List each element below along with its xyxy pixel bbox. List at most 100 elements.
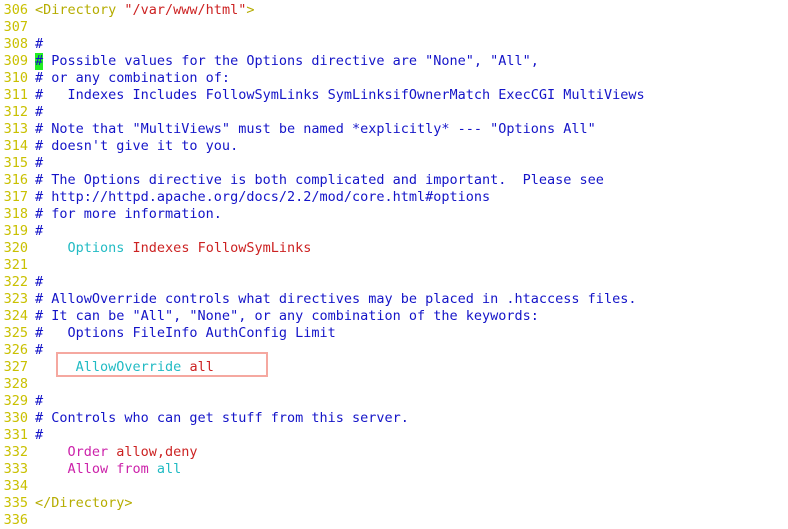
code-text[interactable]: # http://httpd.apache.org/docs/2.2/mod/c… <box>28 189 788 206</box>
code-line[interactable]: 328 <box>0 376 788 393</box>
code-token: # <box>35 393 44 409</box>
code-line[interactable]: 331 # <box>0 427 788 444</box>
code-token: # Controls who can get stuff from this s… <box>35 410 409 426</box>
code-token: # for more information. <box>35 206 222 222</box>
code-token: # <box>35 36 44 52</box>
code-line[interactable]: 318 # for more information. <box>0 206 788 223</box>
code-line[interactable]: 330 # Controls who can get stuff from thi… <box>0 410 788 427</box>
code-text[interactable]: <Directory "/var/www/html"> <box>28 2 788 19</box>
code-text[interactable]: # <box>28 155 788 172</box>
code-token: # It can be "All", "None", or any combin… <box>35 308 539 324</box>
code-token: Allow from <box>35 461 157 477</box>
code-text-highlighted[interactable]: AllowOverride all <box>28 359 788 376</box>
line-number: 333 <box>3 461 28 477</box>
code-text[interactable]: # Controls who can get stuff from this s… <box>28 410 788 427</box>
code-text[interactable]: # <box>28 274 788 291</box>
code-line[interactable]: 324 # It can be "All", "None", or any com… <box>0 308 788 325</box>
line-number: 330 <box>3 410 28 426</box>
code-line[interactable]: 315 # <box>0 155 788 172</box>
line-number: 322 <box>3 274 28 290</box>
line-number: 335 <box>3 495 28 511</box>
code-text[interactable]: # Note that "MultiViews" must be named *… <box>28 121 788 138</box>
code-line[interactable]: 311 # Indexes Includes FollowSymLinks Sym… <box>0 87 788 104</box>
line-number: 306 <box>3 2 28 18</box>
code-line[interactable]: 319 # <box>0 223 788 240</box>
code-line[interactable]: 320 Options Indexes FollowSymLinks <box>0 240 788 257</box>
code-line[interactable]: 321 <box>0 257 788 274</box>
code-text[interactable]: # Possible values for the Options direct… <box>28 53 788 70</box>
code-text[interactable]: # <box>28 104 788 121</box>
code-line[interactable]: 322 # <box>0 274 788 291</box>
code-line[interactable]: 333 Allow from all <box>0 461 788 478</box>
code-line[interactable]: 308 # <box>0 36 788 53</box>
code-line[interactable]: 307 <box>0 19 788 36</box>
code-text[interactable]: # <box>28 342 788 359</box>
code-text[interactable]: </Directory> <box>28 495 788 512</box>
code-line[interactable]: 336 <box>0 512 788 529</box>
code-text[interactable]: # for more information. <box>28 206 788 223</box>
line-number: 312 <box>3 104 28 120</box>
code-line[interactable]: 335 </Directory> <box>0 495 788 512</box>
code-text[interactable]: Order allow,deny <box>28 444 788 461</box>
code-line[interactable]: 314 # doesn't give it to you. <box>0 138 788 155</box>
code-text[interactable]: # doesn't give it to you. <box>28 138 788 155</box>
code-line[interactable]: 327 AllowOverride all <box>0 359 788 376</box>
line-number: 327 <box>3 359 28 375</box>
code-token: # <box>35 427 44 443</box>
code-token: allow,deny <box>116 444 198 460</box>
line-number: 325 <box>3 325 28 341</box>
code-text[interactable]: Options Indexes FollowSymLinks <box>28 240 788 257</box>
line-number: 309 <box>3 53 28 69</box>
code-token: Options <box>35 240 133 256</box>
code-text[interactable]: # or any combination of: <box>28 70 788 87</box>
code-text[interactable]: # Indexes Includes FollowSymLinks SymLin… <box>28 87 788 104</box>
code-text[interactable]: # It can be "All", "None", or any combin… <box>28 308 788 325</box>
code-lines[interactable]: 306 <Directory "/var/www/html"> 307 308 #309… <box>0 2 788 529</box>
code-token: AllowOverride <box>35 359 190 375</box>
line-number: 316 <box>3 172 28 188</box>
code-editor[interactable]: 306 <Directory "/var/www/html"> 307 308 #309… <box>0 0 788 528</box>
code-line[interactable]: 316 # The Options directive is both compl… <box>0 172 788 189</box>
line-number: 332 <box>3 444 28 460</box>
code-line[interactable]: 309 # Possible values for the Options dir… <box>0 53 788 70</box>
code-line[interactable]: 334 <box>0 478 788 495</box>
code-text[interactable]: # AllowOverride controls what directives… <box>28 291 788 308</box>
code-text[interactable]: # <box>28 393 788 410</box>
line-number: 315 <box>3 155 28 171</box>
code-line[interactable]: 332 Order allow,deny <box>0 444 788 461</box>
code-line[interactable]: 317 # http://httpd.apache.org/docs/2.2/mo… <box>0 189 788 206</box>
code-line[interactable]: 313 # Note that "MultiViews" must be name… <box>0 121 788 138</box>
text-cursor: # <box>35 53 44 70</box>
code-token: # AllowOverride controls what directives… <box>35 291 637 307</box>
code-text[interactable]: Allow from all <box>28 461 788 478</box>
code-text[interactable]: # <box>28 36 788 53</box>
code-text[interactable]: # Options FileInfo AuthConfig Limit <box>28 325 788 342</box>
code-line[interactable]: 310 # or any combination of: <box>0 70 788 87</box>
line-number: 313 <box>3 121 28 137</box>
code-line[interactable]: 326 # <box>0 342 788 359</box>
line-number: 331 <box>3 427 28 443</box>
code-line[interactable]: 329 # <box>0 393 788 410</box>
code-token: # Indexes Includes FollowSymLinks SymLin… <box>35 87 645 103</box>
code-token: all <box>156 461 182 477</box>
code-line[interactable]: 323 # AllowOverride controls what directi… <box>0 291 788 308</box>
code-token: Order <box>35 444 117 460</box>
code-token: "/var/www/html" <box>124 2 247 18</box>
code-token: # <box>35 155 44 171</box>
line-number: 326 <box>3 342 28 358</box>
code-line[interactable]: 325 # Options FileInfo AuthConfig Limit <box>0 325 788 342</box>
code-line[interactable]: 306 <Directory "/var/www/html"> <box>0 2 788 19</box>
code-token: # The Options directive is both complica… <box>35 172 604 188</box>
code-token: # http://httpd.apache.org/docs/2.2/mod/c… <box>35 189 491 205</box>
code-line[interactable]: 312 # <box>0 104 788 121</box>
code-text[interactable]: # The Options directive is both complica… <box>28 172 788 189</box>
line-number: 328 <box>3 376 28 392</box>
code-token: all <box>189 359 214 375</box>
line-number: 317 <box>3 189 28 205</box>
code-text[interactable]: # <box>28 427 788 444</box>
line-number: 308 <box>3 36 28 52</box>
code-token: > <box>246 2 255 18</box>
code-text[interactable]: # <box>28 223 788 240</box>
code-token: # <box>35 223 44 239</box>
line-number: 314 <box>3 138 28 154</box>
